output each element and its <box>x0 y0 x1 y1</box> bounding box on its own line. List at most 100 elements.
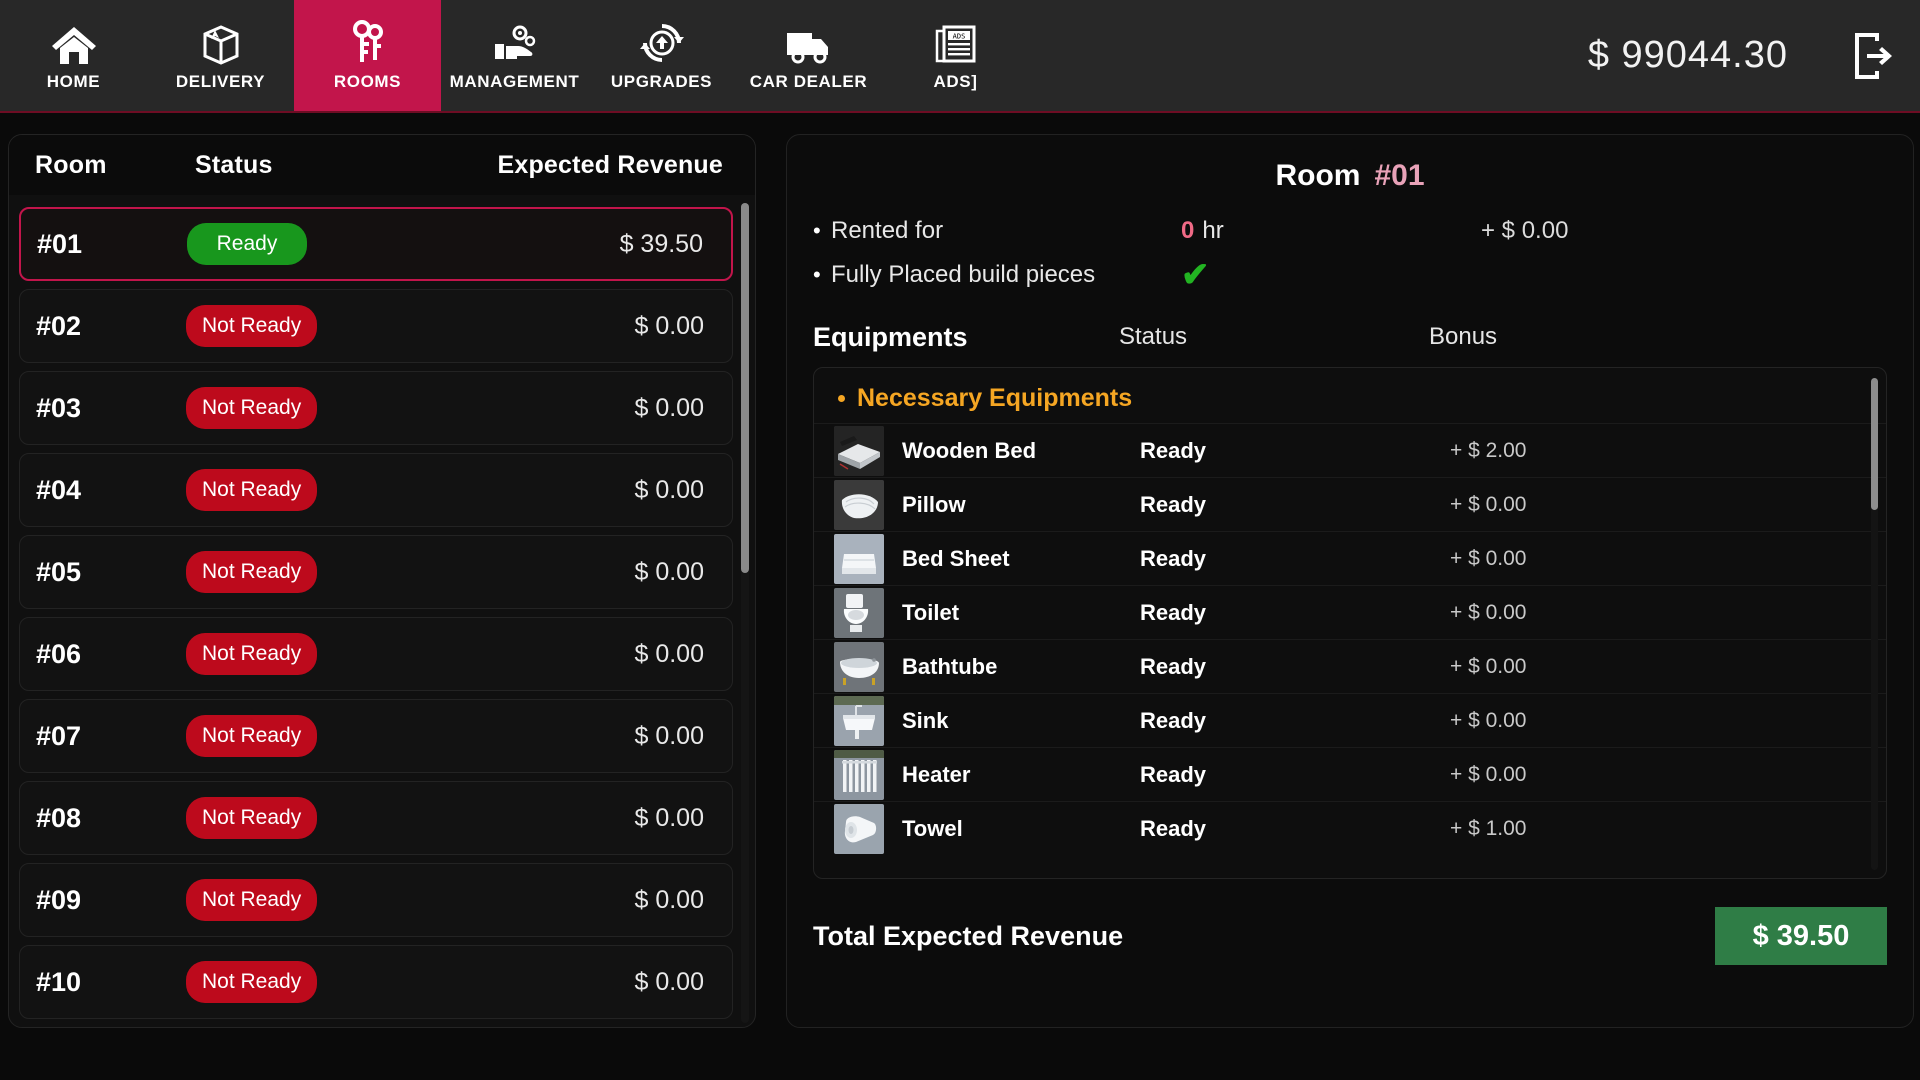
equipment-row: Bed Sheet Ready + $ 0.00 <box>814 531 1886 585</box>
equipment-bonus: + $ 1.00 <box>1450 816 1527 840</box>
toilet-thumb <box>834 587 884 638</box>
room-status-cell: Not Ready <box>186 387 476 429</box>
equipment-bonus: + $ 0.00 <box>1450 492 1527 516</box>
equipment-row: Towel Ready + $ 1.00 <box>814 801 1886 855</box>
equipment-row: Heater Ready + $ 0.00 <box>814 747 1886 801</box>
rented-amount: + $ 0.00 <box>1481 217 1569 244</box>
bathtub-thumb <box>834 641 884 692</box>
build-pieces-row: • Fully Placed build pieces ✔ <box>813 253 1887 297</box>
total-revenue-row: Total Expected Revenue $ 39.50 <box>813 905 1887 967</box>
status-badge: Not Ready <box>186 633 318 675</box>
hand-gear-icon <box>491 20 539 66</box>
room-expected-revenue: $ 0.00 <box>634 639 704 668</box>
nav-item-label: DELIVERY <box>175 71 266 91</box>
rented-hours: 0 <box>1181 217 1195 244</box>
equipments-group-title: Necessary Equipments <box>814 374 1886 423</box>
table-row[interactable]: #06 Not Ready $ 0.00 <box>19 617 733 691</box>
room-expected-revenue: $ 0.00 <box>634 803 704 832</box>
equipment-status: Ready <box>1140 761 1207 787</box>
nav-item-home[interactable]: HOME <box>0 0 147 111</box>
checkmark-icon: ✔ <box>1181 256 1210 294</box>
rooms-scroll-area: #01 Ready $ 39.50 #02 Not Ready $ 0.00 #03 Not … <box>9 195 755 1027</box>
table-row[interactable]: #02 Not Ready $ 0.00 <box>19 289 733 363</box>
equipment-status: Ready <box>1140 545 1207 571</box>
equipment-bonus: + $ 0.00 <box>1450 546 1527 570</box>
table-row[interactable]: #04 Not Ready $ 0.00 <box>19 453 733 527</box>
rented-for-value: 0 hr <box>1181 217 1481 245</box>
room-status-cell: Ready <box>187 223 477 265</box>
equipment-status: Ready <box>1140 599 1207 625</box>
room-id: #07 <box>36 720 82 751</box>
room-id: #03 <box>36 392 82 423</box>
room-expected-revenue: $ 0.00 <box>634 557 704 586</box>
room-expected-revenue: $ 0.00 <box>634 721 704 750</box>
nav-item-delivery[interactable]: DELIVERY <box>147 0 294 111</box>
rooms-list-scrollbar[interactable] <box>741 203 749 1023</box>
bullet-icon: • <box>813 218 821 243</box>
equipment-row: Pillow Ready + $ 0.00 <box>814 477 1886 531</box>
total-revenue-label: Total Expected Revenue <box>813 920 1124 951</box>
nav-item-management[interactable]: MANAGEMENT <box>441 0 588 111</box>
room-status-cell: Not Ready <box>186 879 476 921</box>
bullet-icon: • <box>813 262 821 287</box>
room-id: #10 <box>36 966 82 997</box>
room-expected-revenue: $ 0.00 <box>634 311 704 340</box>
table-row[interactable]: #07 Not Ready $ 0.00 <box>19 699 733 773</box>
newspaper-icon: ADS <box>935 20 977 66</box>
room-id: #06 <box>36 638 82 669</box>
table-row[interactable]: #01 Ready $ 39.50 <box>19 207 733 281</box>
room-id: #08 <box>36 802 82 833</box>
room-detail-title: Room #01 <box>813 149 1887 209</box>
table-row[interactable]: #09 Not Ready $ 0.00 <box>19 863 733 937</box>
nav-item-rooms[interactable]: ROOMS <box>294 0 441 111</box>
equipment-bonus: + $ 0.00 <box>1450 708 1527 732</box>
equipment-name: Pillow <box>902 491 966 517</box>
equipment-name: Wooden Bed <box>902 437 1037 463</box>
room-expected-revenue: $ 0.00 <box>634 885 704 914</box>
sink-thumb <box>834 695 884 746</box>
room-status-cell: Not Ready <box>186 961 476 1003</box>
room-status-cell: Not Ready <box>186 797 476 839</box>
room-status-cell: Not Ready <box>186 551 476 593</box>
equipment-row: Sink Ready + $ 0.00 <box>814 693 1886 747</box>
rooms-list-scrollbar-thumb[interactable] <box>741 203 749 573</box>
logout-icon[interactable] <box>1834 0 1920 111</box>
equipment-status: Ready <box>1140 815 1207 841</box>
equipment-row: Toilet Ready + $ 0.00 <box>814 585 1886 639</box>
table-row[interactable]: #10 Not Ready $ 0.00 <box>19 945 733 1019</box>
bed-sheet-thumb <box>834 533 884 584</box>
game-screen: HOME DELIVERY ROOMS MANAGEMENT UPGRADES CAR D… <box>0 0 1920 1080</box>
equipment-status: Ready <box>1140 707 1207 733</box>
equipment-status: Ready <box>1140 437 1207 463</box>
equipments-table-header: Equipments Status Bonus <box>813 313 1887 361</box>
equipments-scrollbar[interactable] <box>1871 378 1878 870</box>
table-row[interactable]: #03 Not Ready $ 0.00 <box>19 371 733 445</box>
nav-item-ads[interactable]: ADS ADS] <box>882 0 1029 111</box>
equipment-name: Heater <box>902 761 971 787</box>
column-header-expected-revenue: Expected Revenue <box>497 150 723 179</box>
nav-item-label: CAR DEALER <box>749 71 868 91</box>
status-badge: Not Ready <box>186 305 318 347</box>
status-badge: Not Ready <box>186 387 318 429</box>
status-badge: Not Ready <box>186 879 318 921</box>
column-header-equipment-status: Status <box>1119 323 1188 350</box>
table-row[interactable]: #05 Not Ready $ 0.00 <box>19 535 733 609</box>
nav-item-car-dealer[interactable]: CAR DEALER <box>735 0 882 111</box>
money-balance: $ 99044.30 <box>1587 34 1788 76</box>
column-header-equipments: Equipments <box>813 321 968 352</box>
room-detail-title-text: Room <box>1275 159 1361 192</box>
package-icon <box>199 20 243 66</box>
equipments-scrollbar-thumb[interactable] <box>1871 378 1878 510</box>
equipment-bonus: + $ 2.00 <box>1450 438 1527 462</box>
status-badge: Not Ready <box>186 797 318 839</box>
equipment-bonus: + $ 0.00 <box>1450 600 1527 624</box>
table-row[interactable]: #08 Not Ready $ 0.00 <box>19 781 733 855</box>
column-header-room: Room <box>35 150 107 179</box>
nav-item-upgrades[interactable]: UPGRADES <box>588 0 735 111</box>
build-pieces-label: Fully Placed build pieces <box>831 261 1096 288</box>
status-badge: Not Ready <box>186 551 318 593</box>
wooden-bed-thumb <box>834 425 884 476</box>
heater-thumb <box>834 749 884 800</box>
equipment-name: Sink <box>902 707 949 733</box>
